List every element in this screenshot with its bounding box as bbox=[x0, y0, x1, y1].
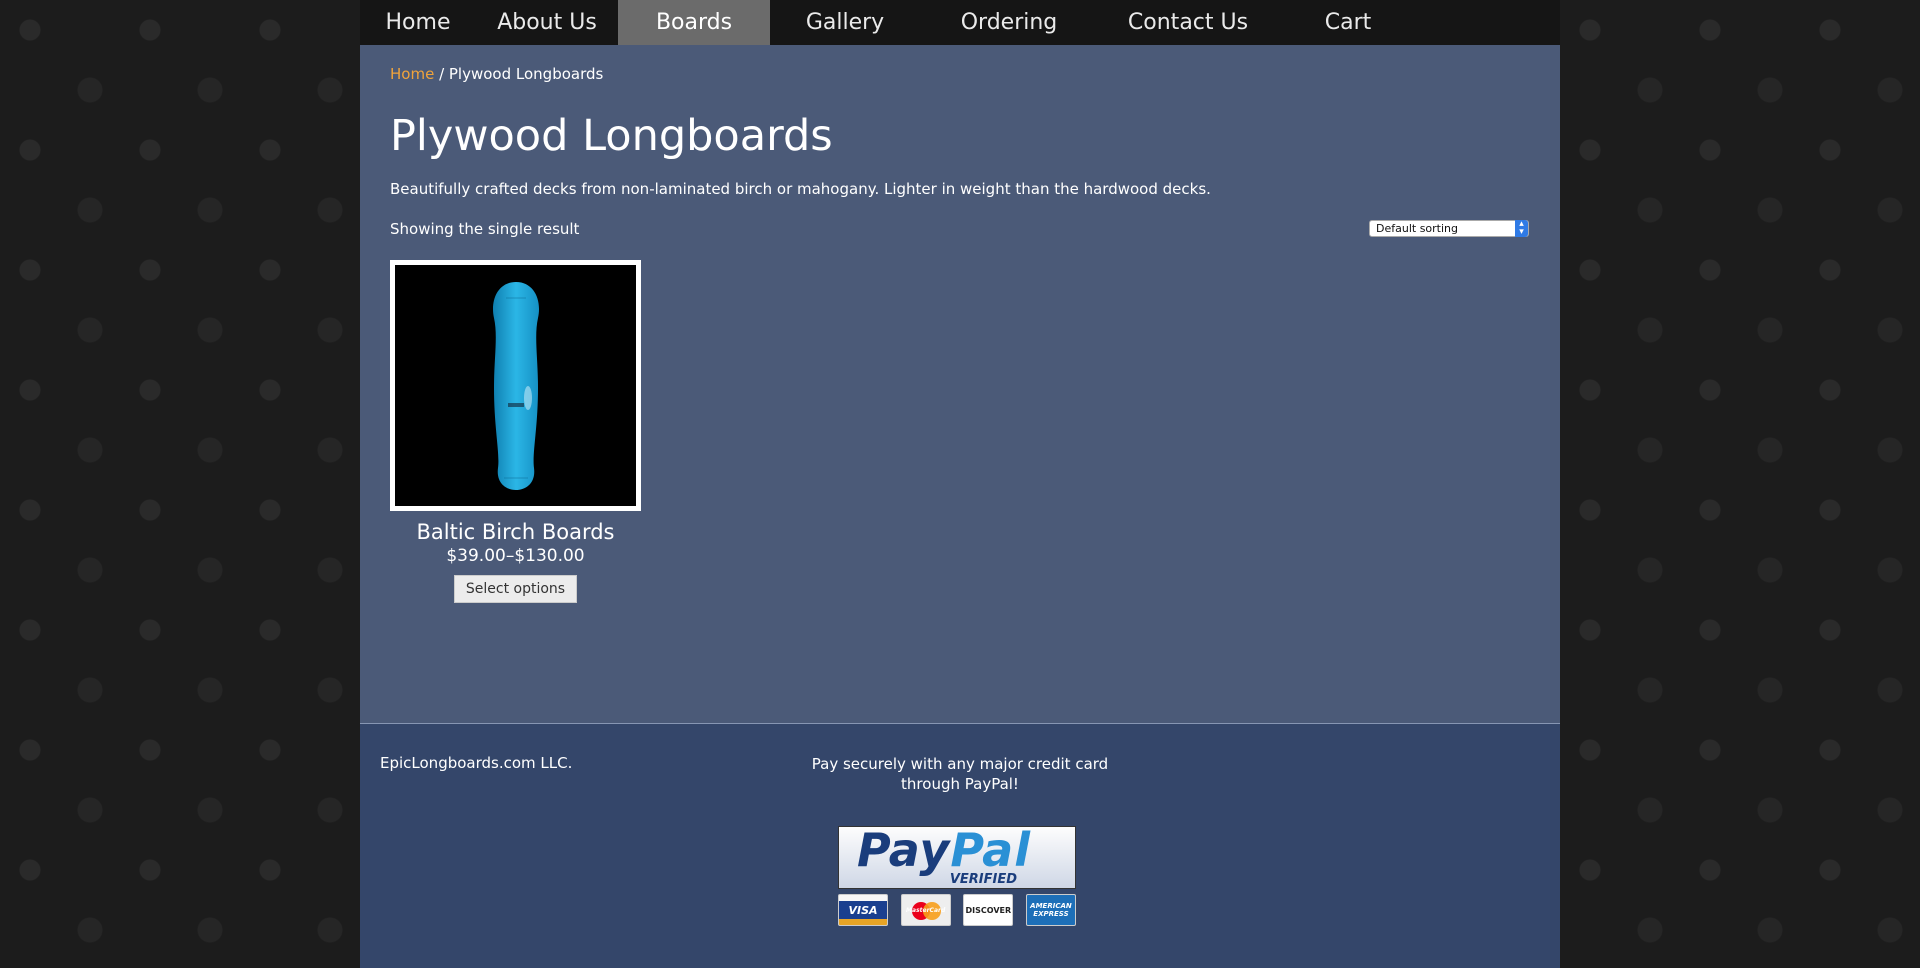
product-image[interactable] bbox=[390, 260, 641, 511]
sort-selected-value: Default sorting bbox=[1376, 222, 1458, 235]
credit-cards-row: VISA MasterCard DISCOVER AMERICAN EXPRES… bbox=[838, 894, 1076, 926]
product-name-link[interactable]: Baltic Birch Boards bbox=[390, 520, 641, 544]
page-title: Plywood Longboards bbox=[390, 111, 833, 161]
main-nav: Home About Us Boards Gallery Ordering Co… bbox=[360, 0, 1560, 45]
nav-item-contact-us[interactable]: Contact Us bbox=[1098, 0, 1278, 45]
discover-label: DISCOVER bbox=[965, 905, 1012, 915]
paypal-verified-badge[interactable]: PayPal VERIFIED bbox=[838, 826, 1076, 889]
breadcrumb-separator: / bbox=[434, 65, 449, 83]
visa-label: VISA bbox=[848, 903, 878, 917]
discover-card-icon: DISCOVER bbox=[963, 894, 1014, 926]
paypal-pal: Pal bbox=[950, 826, 1031, 877]
result-count: Showing the single result bbox=[390, 220, 580, 238]
sort-select[interactable]: Default sorting ▴ ▾ bbox=[1369, 220, 1529, 237]
nav-item-ordering[interactable]: Ordering bbox=[920, 0, 1098, 45]
product-card: Baltic Birch Boards $39.00–$130.00 Selec… bbox=[390, 260, 641, 603]
mastercard-label: MasterCard bbox=[906, 906, 946, 914]
site-footer: EpicLongboards.com LLC. Pay securely wit… bbox=[360, 723, 1560, 968]
select-arrows-icon: ▴ ▾ bbox=[1515, 220, 1528, 237]
nav-item-about-us[interactable]: About Us bbox=[476, 0, 618, 45]
breadcrumb-home-link[interactable]: Home bbox=[390, 65, 434, 83]
paypal-pay: Pay bbox=[857, 826, 951, 877]
category-description: Beautifully crafted decks from non-lamin… bbox=[390, 180, 1211, 198]
breadcrumb-current: Plywood Longboards bbox=[448, 65, 604, 83]
visa-card-icon: VISA bbox=[838, 894, 888, 926]
select-options-button[interactable]: Select options bbox=[453, 575, 578, 603]
nav-item-cart[interactable]: Cart bbox=[1278, 0, 1418, 45]
breadcrumb: Home / Plywood Longboards bbox=[390, 65, 603, 83]
amex-label: AMERICAN EXPRESS bbox=[1030, 902, 1072, 918]
amex-card-icon: AMERICAN EXPRESS bbox=[1025, 894, 1076, 926]
footer-company: EpicLongboards.com LLC. bbox=[380, 754, 573, 772]
paypal-logo: PayPal bbox=[857, 826, 1031, 877]
page-wrapper: Home About Us Boards Gallery Ordering Co… bbox=[360, 0, 1560, 968]
nav-item-home[interactable]: Home bbox=[360, 0, 476, 45]
product-price: $39.00–$130.00 bbox=[446, 546, 585, 566]
longboard-deck-image bbox=[492, 282, 539, 490]
mastercard-icon: MasterCard bbox=[900, 894, 951, 926]
nav-item-gallery[interactable]: Gallery bbox=[770, 0, 920, 45]
nav-item-boards[interactable]: Boards bbox=[618, 0, 770, 45]
main-content: Home / Plywood Longboards Plywood Longbo… bbox=[360, 45, 1560, 723]
footer-pay-text: Pay securely with any major credit card … bbox=[811, 755, 1109, 793]
paypal-verified-text: VERIFIED bbox=[949, 872, 1017, 887]
